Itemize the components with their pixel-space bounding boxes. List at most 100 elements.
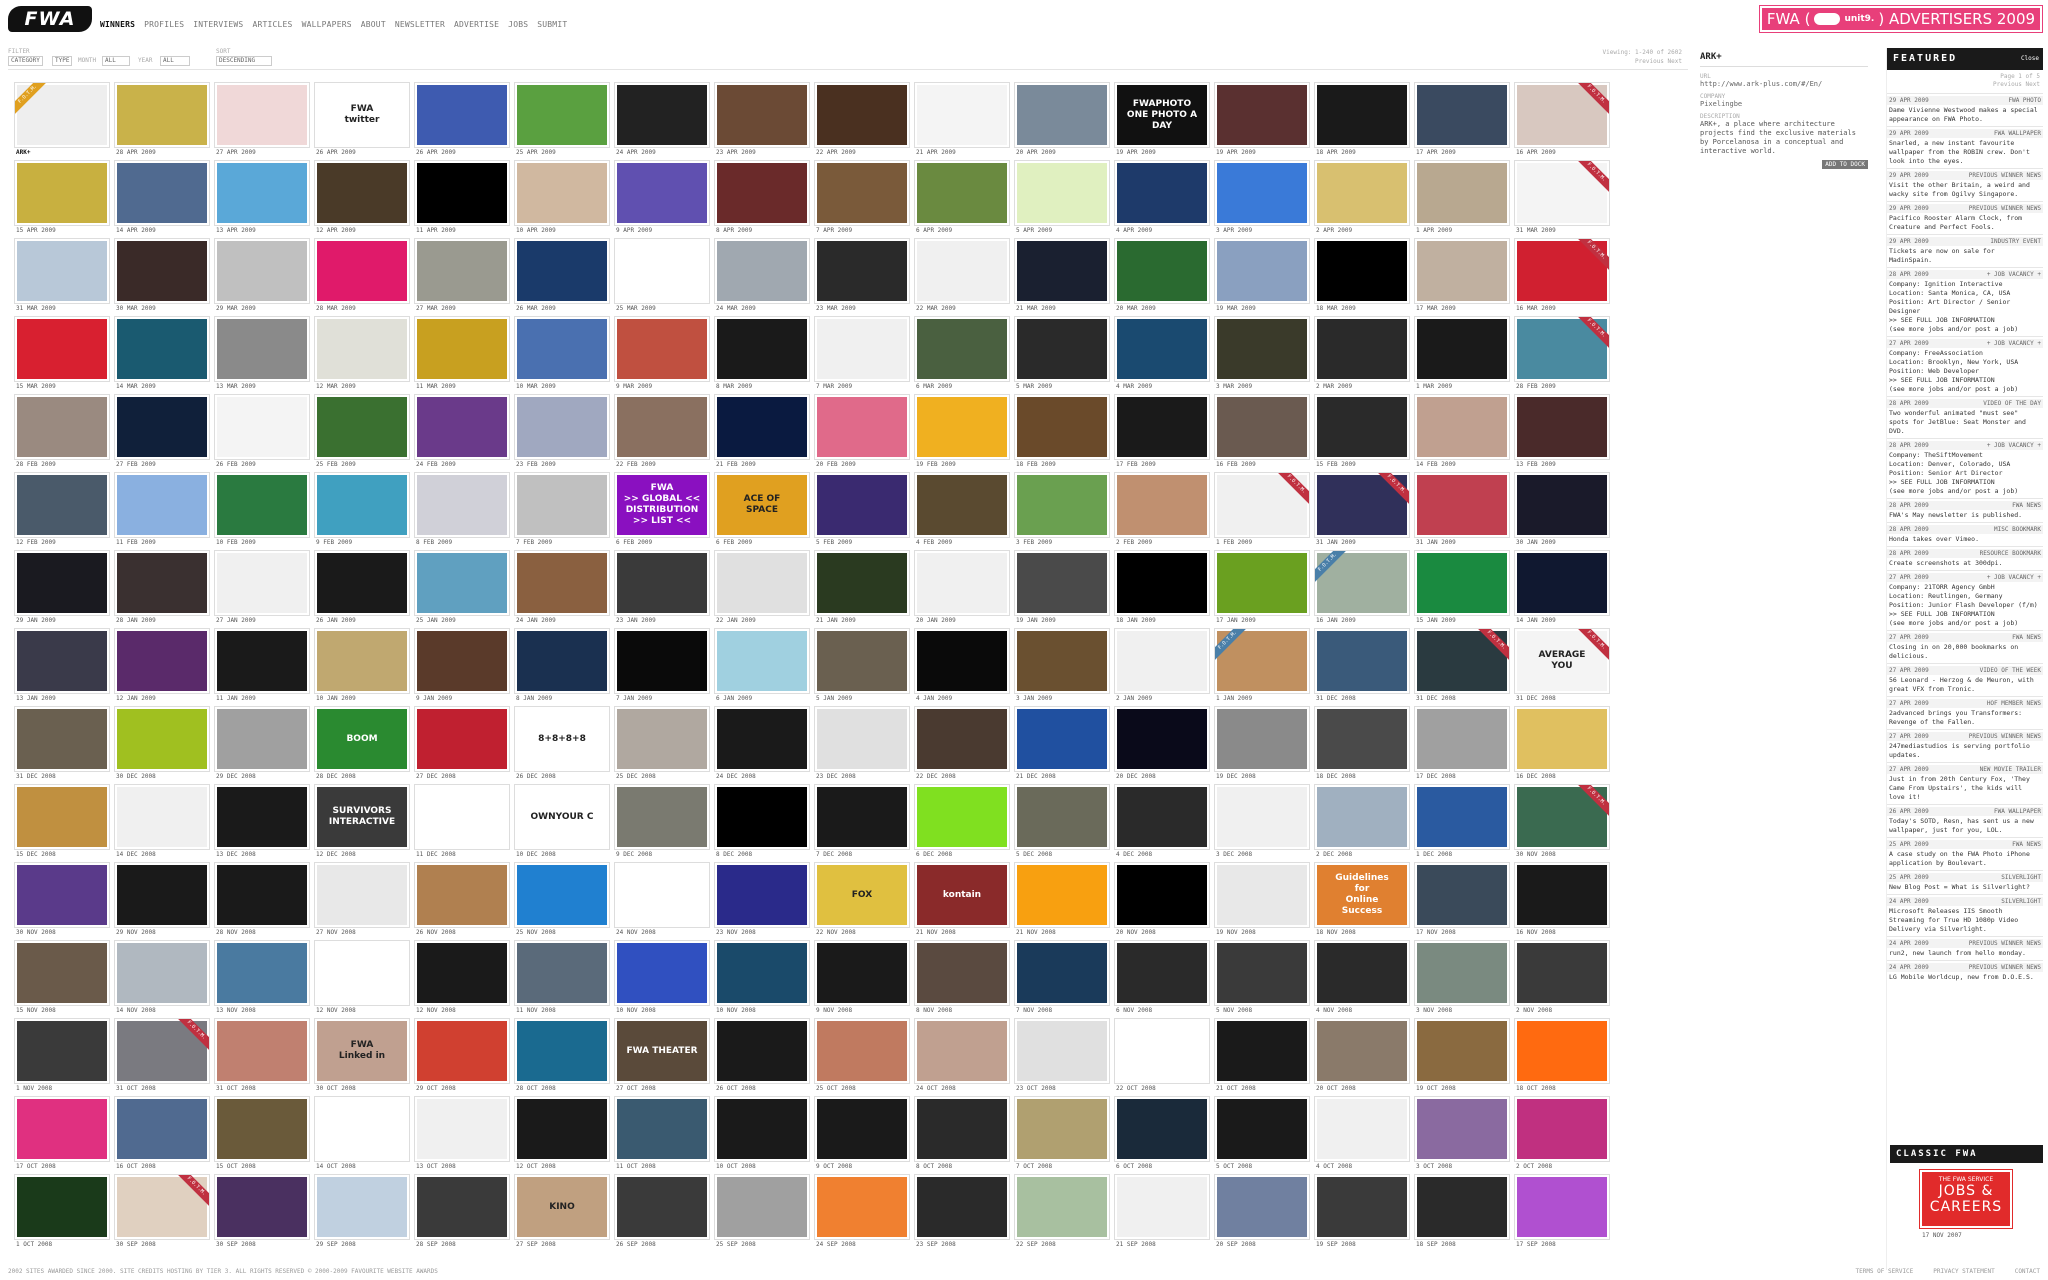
winner-thumbnail[interactable] <box>1514 940 1610 1006</box>
winner-thumbnail[interactable] <box>14 472 110 538</box>
winner-thumbnail[interactable] <box>414 472 510 538</box>
winner-thumbnail[interactable] <box>1014 238 1110 304</box>
winner-tile[interactable]: 5 MAR 2009 <box>1014 316 1112 392</box>
winner-tile[interactable]: 29 JAN 2009 <box>14 550 112 626</box>
winner-thumbnail[interactable] <box>1214 316 1310 382</box>
winner-tile[interactable]: F.O.T.M. 16 MAR 2009 <box>1514 238 1612 314</box>
winner-thumbnail[interactable]: F.O.T.M. <box>1214 628 1310 694</box>
winner-thumbnail[interactable] <box>314 472 410 538</box>
winner-tile[interactable]: 4 DEC 2008 <box>1114 784 1212 860</box>
winner-thumbnail[interactable] <box>14 238 110 304</box>
winner-thumbnail[interactable] <box>514 238 610 304</box>
jobs-careers-banner[interactable]: THE FWA SERVICE JOBS & CAREERS <box>1919 1169 2013 1229</box>
winner-thumbnail[interactable] <box>814 472 910 538</box>
winner-tile[interactable]: F.O.T.M. 31 OCT 2008 <box>114 1018 212 1094</box>
winner-thumbnail[interactable] <box>414 940 510 1006</box>
winner-thumbnail[interactable] <box>114 394 210 460</box>
winner-thumbnail[interactable] <box>314 940 410 1006</box>
winner-tile[interactable]: 10 MAR 2009 <box>514 316 612 392</box>
winner-thumbnail[interactable] <box>614 394 710 460</box>
winner-thumbnail[interactable] <box>1414 472 1510 538</box>
winner-thumbnail[interactable] <box>914 160 1010 226</box>
winner-tile[interactable]: 24 APR 2009 <box>614 82 712 158</box>
winner-thumbnail[interactable] <box>1314 706 1410 772</box>
winner-tile[interactable]: 7 MAR 2009 <box>814 316 912 392</box>
next-link[interactable]: Next <box>1668 58 1682 65</box>
winner-thumbnail[interactable] <box>314 628 410 694</box>
winner-thumbnail[interactable] <box>1314 940 1410 1006</box>
winner-tile[interactable]: 23 JAN 2009 <box>614 550 712 626</box>
winner-tile[interactable]: 30 JAN 2009 <box>1514 472 1612 548</box>
winner-thumbnail[interactable] <box>114 238 210 304</box>
winner-thumbnail[interactable]: 8+8+8+8 <box>514 706 610 772</box>
nav-item-jobs[interactable]: Jobs <box>508 20 528 29</box>
winner-thumbnail[interactable] <box>1214 1174 1310 1240</box>
winner-tile[interactable]: OWNYOUR C 10 DEC 2008 <box>514 784 612 860</box>
winner-tile[interactable]: 9 FEB 2009 <box>314 472 412 548</box>
winner-thumbnail[interactable] <box>1414 784 1510 850</box>
winner-thumbnail[interactable] <box>1314 784 1410 850</box>
winner-tile[interactable]: 12 OCT 2008 <box>514 1096 612 1172</box>
winner-tile[interactable]: 25 NOV 2008 <box>514 862 612 938</box>
winner-thumbnail[interactable] <box>414 1174 510 1240</box>
winner-tile[interactable]: 23 DEC 2008 <box>814 706 912 782</box>
nav-item-newsletter[interactable]: Newsletter <box>395 20 445 29</box>
winner-tile[interactable]: 24 FEB 2009 <box>414 394 512 470</box>
featured-text[interactable]: 2advanced brings you Transformers: Reven… <box>1887 708 2043 727</box>
winner-thumbnail[interactable] <box>614 784 710 850</box>
winner-tile[interactable]: 22 SEP 2008 <box>1014 1174 1112 1250</box>
winner-tile[interactable]: 25 APR 2009 <box>514 82 612 158</box>
winner-thumbnail[interactable] <box>914 940 1010 1006</box>
winner-thumbnail[interactable] <box>1014 1018 1110 1084</box>
winner-tile[interactable]: 19 MAR 2009 <box>1214 238 1312 314</box>
winner-tile[interactable]: 17 FEB 2009 <box>1114 394 1212 470</box>
winner-tile[interactable]: F.O.T.M. 1 JAN 2009 <box>1214 628 1312 704</box>
featured-text[interactable]: Honda takes over Vimeo. <box>1887 534 2043 544</box>
winner-thumbnail[interactable]: FWA Linked in <box>314 1018 410 1084</box>
winner-thumbnail[interactable] <box>814 940 910 1006</box>
winner-tile[interactable]: 16 NOV 2008 <box>1514 862 1612 938</box>
winner-thumbnail[interactable] <box>914 628 1010 694</box>
winner-thumbnail[interactable] <box>14 394 110 460</box>
winner-thumbnail[interactable] <box>714 82 810 148</box>
winner-tile[interactable]: F.O.T.M. 1 FEB 2009 <box>1214 472 1312 548</box>
winner-thumbnail[interactable] <box>114 472 210 538</box>
winner-thumbnail[interactable] <box>814 1018 910 1084</box>
winner-thumbnail[interactable] <box>514 1018 610 1084</box>
featured-text[interactable]: Dame Vivienne Westwood makes a special a… <box>1887 105 2043 124</box>
winner-tile[interactable]: 24 SEP 2008 <box>814 1174 912 1250</box>
winner-thumbnail[interactable] <box>1514 472 1610 538</box>
featured-text[interactable]: Closing in on 20,000 bookmarks on delici… <box>1887 642 2043 661</box>
winner-thumbnail[interactable] <box>214 160 310 226</box>
winner-thumbnail[interactable] <box>1014 628 1110 694</box>
winner-thumbnail[interactable] <box>214 472 310 538</box>
winner-thumbnail[interactable] <box>1114 238 1210 304</box>
featured-text[interactable]: Company: 21TORR Agency GmbH Location: Re… <box>1887 582 2043 628</box>
nav-item-submit[interactable]: Submit <box>537 20 567 29</box>
winner-thumbnail[interactable] <box>114 160 210 226</box>
winner-thumbnail[interactable] <box>714 1096 810 1162</box>
winner-tile[interactable]: 8 NOV 2008 <box>914 940 1012 1016</box>
winner-thumbnail[interactable] <box>414 1096 510 1162</box>
winner-tile[interactable]: 11 OCT 2008 <box>614 1096 712 1172</box>
winner-tile[interactable]: 14 DEC 2008 <box>114 784 212 860</box>
winner-tile[interactable]: 21 NOV 2008 <box>1014 862 1112 938</box>
winner-tile[interactable]: 8 OCT 2008 <box>914 1096 1012 1172</box>
winner-tile[interactable]: 15 NOV 2008 <box>14 940 112 1016</box>
winner-tile[interactable]: 6 JAN 2009 <box>714 628 812 704</box>
featured-text[interactable]: Pacifico Rooster Alarm Clock, from Creat… <box>1887 213 2043 232</box>
winner-thumbnail[interactable] <box>714 238 810 304</box>
winner-tile[interactable]: 4 MAR 2009 <box>1114 316 1212 392</box>
winner-tile[interactable]: 22 FEB 2009 <box>614 394 712 470</box>
winner-thumbnail[interactable] <box>514 550 610 616</box>
winner-tile[interactable]: 24 OCT 2008 <box>914 1018 1012 1094</box>
winner-tile[interactable]: 11 NOV 2008 <box>514 940 612 1016</box>
nav-item-about[interactable]: About <box>361 20 386 29</box>
winner-tile[interactable]: 21 JAN 2009 <box>814 550 912 626</box>
winner-tile[interactable]: F.O.T.M. 31 JAN 2009 <box>1314 472 1412 548</box>
winner-tile[interactable]: 5 DEC 2008 <box>1014 784 1112 860</box>
winner-thumbnail[interactable] <box>1114 706 1210 772</box>
winner-tile[interactable]: 20 OCT 2008 <box>1314 1018 1412 1094</box>
winner-tile[interactable]: 22 APR 2009 <box>814 82 912 158</box>
winner-thumbnail[interactable] <box>1214 82 1310 148</box>
